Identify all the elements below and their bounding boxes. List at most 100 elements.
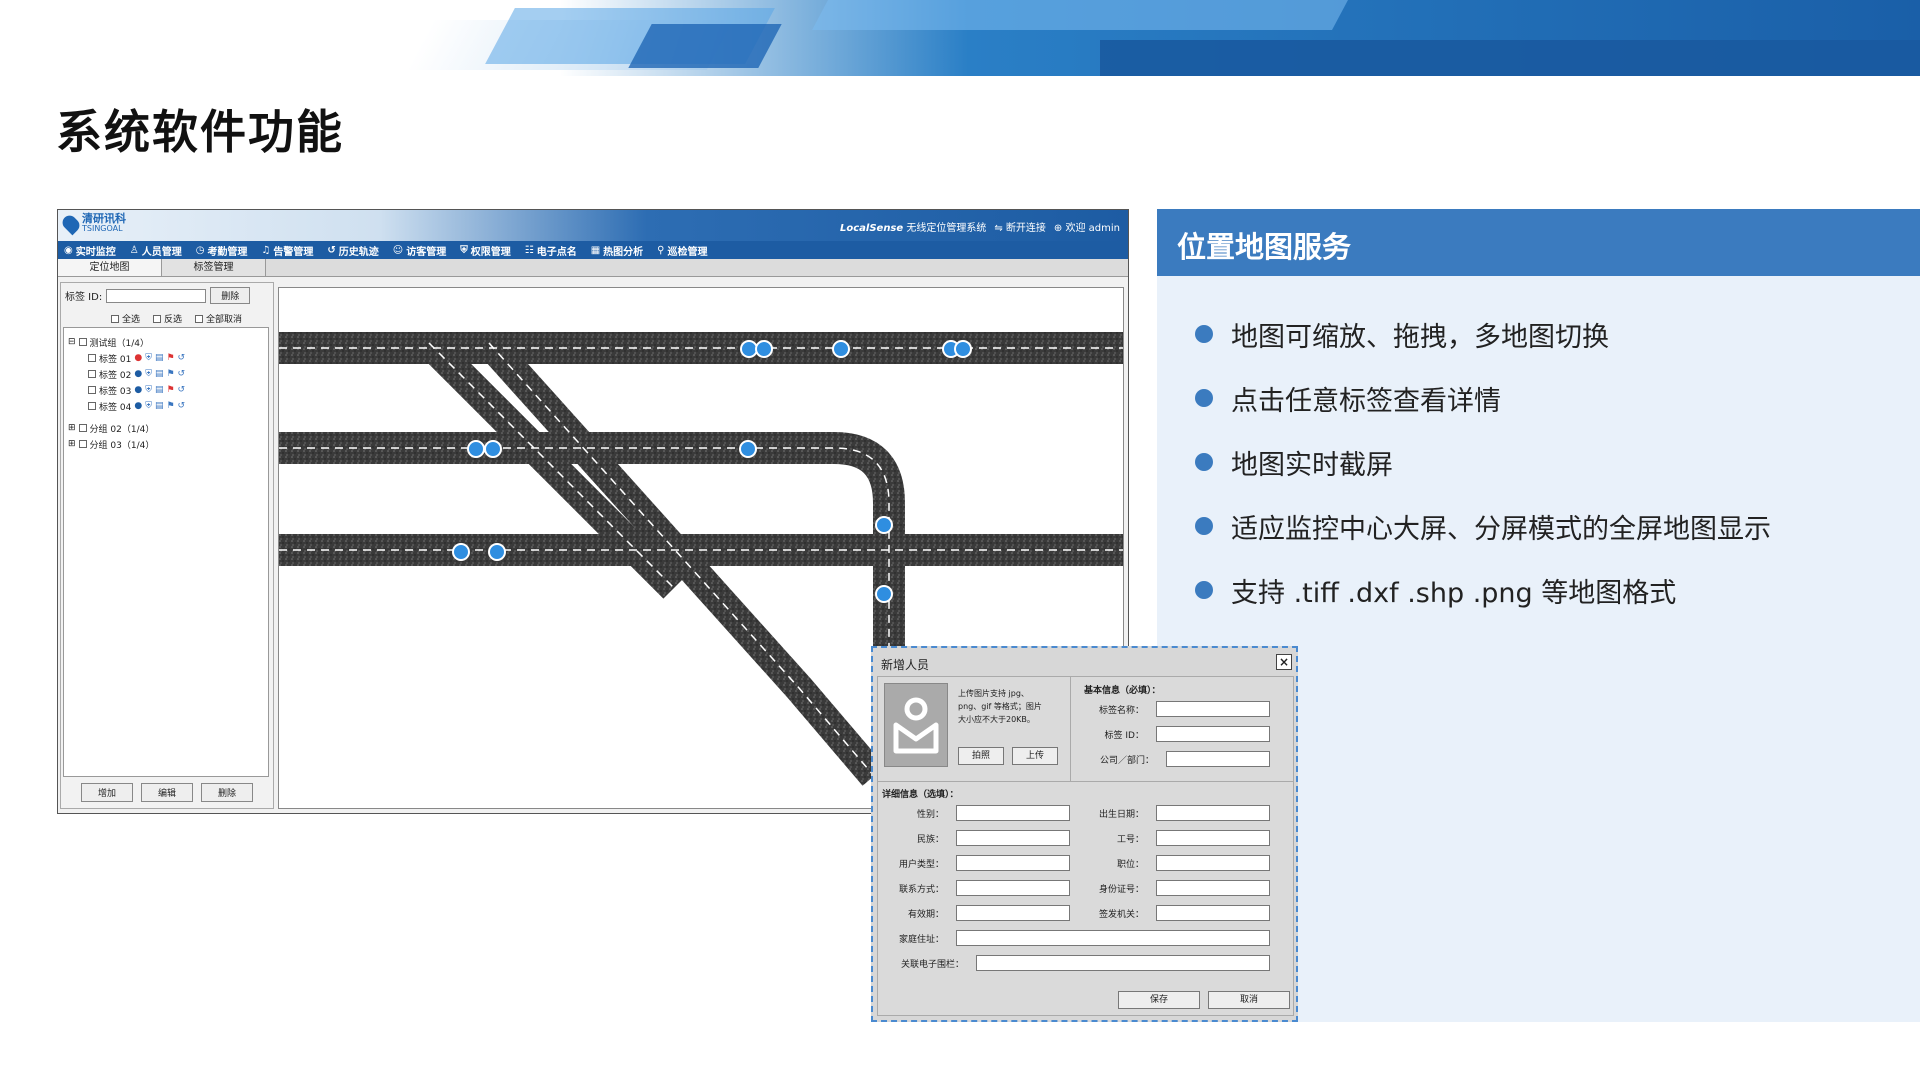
- map-tabs: 定位地图 标签管理: [58, 259, 1128, 277]
- top-banner: [0, 0, 1920, 76]
- menu-rollcall[interactable]: ☷ 电子点名: [525, 243, 577, 258]
- feature-item: 支持 .tiff .dxf .shp .png 等地图格式: [1195, 558, 1771, 622]
- card-icon: ▤: [154, 369, 164, 379]
- tag-tree: ⊟ 测试组（1/4） 标签 01 ● ⛨ ▤ ⚑ ↺ 标签 02 ● ⛨ ▤ ⚑ ↺ 标签 03 ● ⛨ ▤…: [63, 327, 269, 777]
- main-menu: ◉ 实时监控 ♙ 人员管理 ◷ 考勤管理 ♫ 告警管理 ↺ 历史轨迹 ☺ 访客管理 ⛨ 权限管…: [58, 241, 1128, 259]
- page-title: 系统软件功能: [56, 105, 344, 159]
- status-dot-icon: ●: [134, 385, 143, 395]
- edit-button[interactable]: 编辑: [140, 783, 193, 802]
- shield-small-icon: ⛨: [145, 385, 152, 395]
- user-type-input[interactable]: [956, 855, 1070, 871]
- position-input[interactable]: [1156, 855, 1270, 871]
- tree-group-3[interactable]: ⊞ 分组 03（1/4）: [68, 436, 264, 452]
- tag-marker: [875, 516, 893, 534]
- employee-id-input[interactable]: [1156, 830, 1270, 846]
- history-small-icon: ↺: [177, 401, 186, 411]
- tree-group-test[interactable]: ⊟ 测试组（1/4）: [68, 334, 264, 350]
- position-label: 职位：: [1116, 860, 1144, 870]
- tag-name-label: 标签名称：: [1098, 706, 1144, 716]
- flag-icon: ⚑: [166, 353, 175, 363]
- tree-group-2[interactable]: ⊞ 分组 02（1/4）: [68, 420, 264, 436]
- expand-icon: ⊞: [68, 439, 76, 449]
- menu-visitor[interactable]: ☺ 访客管理: [393, 243, 446, 258]
- shield-icon: ⛨: [460, 244, 468, 256]
- menu-alarm[interactable]: ♫ 告警管理: [261, 243, 313, 258]
- validity-input[interactable]: [956, 905, 1070, 921]
- close-icon[interactable]: ×: [1276, 654, 1292, 670]
- tab-location-map[interactable]: 定位地图: [58, 259, 162, 276]
- tag-id-field[interactable]: [1156, 726, 1270, 742]
- bullet-dot-icon: [1195, 517, 1213, 535]
- menu-patrol[interactable]: ⚲ 巡检管理: [657, 243, 707, 258]
- deselect-all-label: 全部取消: [206, 315, 243, 325]
- ethnicity-input[interactable]: [956, 830, 1070, 846]
- history-small-icon: ↺: [177, 385, 186, 395]
- feature-list: 地图可缩放、拖拽，多地图切换 点击任意标签查看详情 地图实时截屏 适应监控中心大…: [1195, 302, 1771, 622]
- system-name: 无线定位管理系统: [906, 223, 987, 234]
- flag-icon: ⚑: [166, 401, 175, 411]
- address-label: 家庭住址：: [898, 935, 944, 945]
- select-all-checkbox[interactable]: [111, 314, 119, 323]
- deselect-all-checkbox[interactable]: [195, 314, 204, 323]
- issuer-input[interactable]: [1156, 905, 1270, 921]
- bullet-dot-icon: [1195, 581, 1213, 599]
- expand-icon: ⊞: [68, 423, 76, 433]
- id-number-input[interactable]: [1156, 880, 1270, 896]
- tag-name-input[interactable]: [1156, 701, 1270, 717]
- company-label: 公司／部门：: [1099, 756, 1154, 766]
- delete-search-button[interactable]: 删除: [210, 287, 251, 304]
- fence-label: 关联电子围栏：: [900, 960, 964, 970]
- rollcall-icon: ☷: [524, 244, 534, 256]
- feature-item: 点击任意标签查看详情: [1195, 366, 1771, 430]
- status-dot-icon: ●: [134, 369, 143, 379]
- birthdate-label: 出生日期：: [1098, 810, 1144, 820]
- menu-history[interactable]: ↺ 历史轨迹: [327, 243, 378, 258]
- remove-button[interactable]: 删除: [201, 783, 254, 802]
- panel-title: 位置地图服务: [1177, 230, 1352, 264]
- tree-tag-item[interactable]: 标签 01 ● ⛨ ▤ ⚑ ↺: [68, 350, 264, 366]
- add-button[interactable]: 增加: [80, 783, 133, 802]
- address-input[interactable]: [956, 930, 1270, 946]
- save-button[interactable]: 保存: [1118, 991, 1200, 1009]
- tree-tag-item[interactable]: 标签 03 ● ⛨ ▤ ⚑ ↺: [68, 382, 264, 398]
- take-photo-button[interactable]: 拍照: [958, 747, 1004, 765]
- tree-tag-item[interactable]: 标签 04 ● ⛨ ▤ ⚑ ↺: [68, 398, 264, 414]
- logo-en: TSINGOAL: [82, 224, 123, 233]
- menu-people[interactable]: ♙ 人员管理: [130, 243, 182, 258]
- menu-realtime[interactable]: ◉ 实时监控: [64, 243, 116, 258]
- gender-input[interactable]: [956, 805, 1070, 821]
- feature-item: 地图实时截屏: [1195, 430, 1771, 494]
- upload-button[interactable]: 上传: [1012, 747, 1058, 765]
- birthdate-input[interactable]: [1156, 805, 1270, 821]
- contact-input[interactable]: [956, 880, 1070, 896]
- tag-marker: [832, 340, 850, 358]
- disconnect-link[interactable]: ⇋ 断开连接: [994, 219, 1046, 234]
- menu-attendance[interactable]: ◷ 考勤管理: [196, 243, 248, 258]
- invert-checkbox[interactable]: [153, 314, 162, 323]
- menu-permission[interactable]: ⛨ 权限管理: [460, 243, 511, 258]
- app-header: 清研讯科 TSINGOAL LocalSense 无线定位管理系统 ⇋ 断开连接…: [58, 210, 1128, 241]
- flag-icon: ⚑: [166, 369, 175, 379]
- tree-tag-item[interactable]: 标签 02 ● ⛨ ▤ ⚑ ↺: [68, 366, 264, 382]
- employee-id-label: 工号：: [1116, 835, 1144, 845]
- bullet-dot-icon: [1195, 389, 1213, 407]
- group-checkbox[interactable]: [78, 338, 87, 346]
- add-person-dialog: 新增人员 × 上传图片支持 jpg、png、gif 等格式；图片大小应不大于20…: [871, 646, 1298, 1022]
- cancel-button[interactable]: 取消: [1208, 991, 1290, 1009]
- tab-tag-management[interactable]: 标签管理: [162, 259, 266, 276]
- tag-id-input[interactable]: [106, 288, 207, 303]
- tag-marker: [484, 440, 502, 458]
- menu-heatmap[interactable]: ▦ 热图分析: [591, 243, 643, 258]
- issuer-label: 签发机关：: [1098, 910, 1144, 920]
- tag-marker: [740, 340, 758, 358]
- person-placeholder-icon: [893, 697, 939, 754]
- history-icon: ↺: [327, 244, 336, 256]
- visitor-icon: ☺: [392, 244, 404, 256]
- card-icon: ▤: [154, 353, 164, 363]
- feature-item: 适应监控中心大屏、分屏模式的全屏地图显示: [1195, 494, 1771, 558]
- fence-input[interactable]: [976, 955, 1270, 971]
- bullet-dot-icon: [1195, 453, 1213, 471]
- tag-marker: [467, 440, 485, 458]
- bell-icon: ♫: [261, 244, 271, 256]
- company-input[interactable]: [1166, 751, 1270, 767]
